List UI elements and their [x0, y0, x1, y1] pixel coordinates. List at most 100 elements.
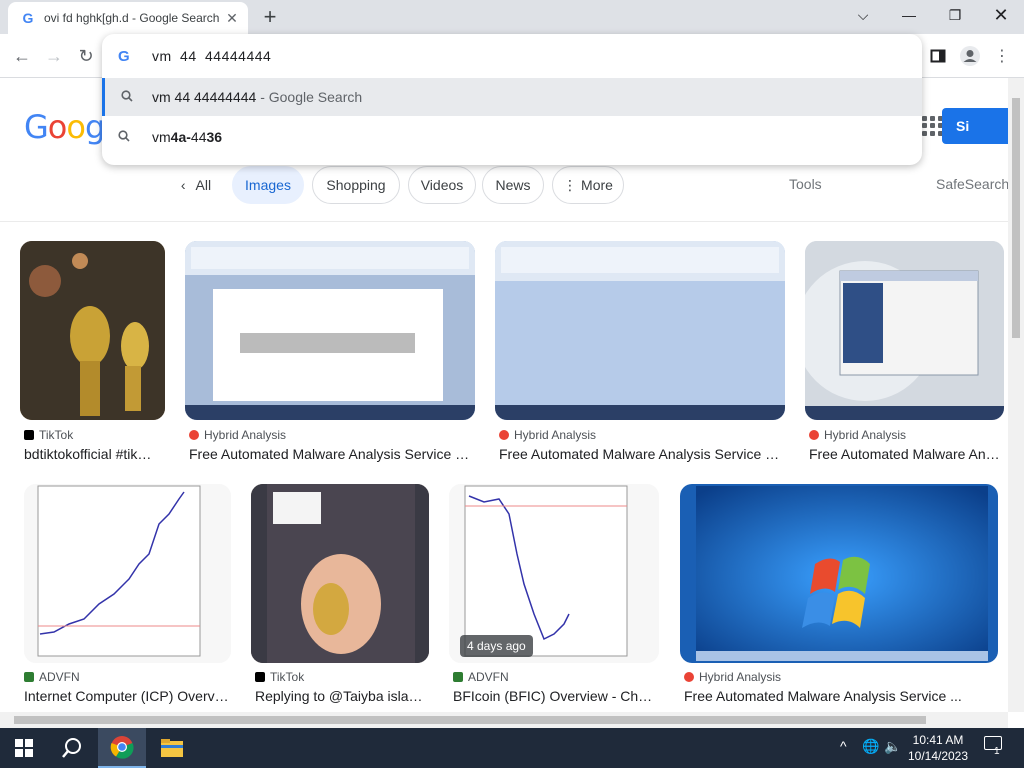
result-source[interactable]: Hybrid Analysis [809, 428, 906, 442]
result-caption[interactable]: Free Automated Malware Analysis Service … [684, 688, 974, 704]
volume-icon[interactable]: 🔈 [884, 738, 901, 755]
tiktok-icon [255, 672, 265, 682]
filter-all[interactable]: ‹ All [168, 166, 224, 204]
search-icon[interactable] [48, 728, 96, 768]
suggestion-item[interactable]: vm 44 44444444 - Google Search [102, 78, 922, 116]
search-icon [121, 89, 137, 105]
logo-letter: o [47, 108, 68, 146]
hybrid-analysis-icon [189, 430, 199, 440]
result-image[interactable] [24, 484, 231, 663]
suggestion-bold-end: 36 [206, 129, 223, 145]
source-name: ADVFN [468, 670, 509, 684]
result-source[interactable]: ADVFN [453, 670, 509, 684]
address-input[interactable]: vm 44 44444444 [152, 48, 271, 64]
windows-start-icon[interactable] [0, 728, 48, 768]
scroll-thumb[interactable] [1012, 98, 1020, 338]
taskbar: ^ 🌐 🔈 10:41 AM 10/14/2023 1 [0, 728, 1024, 768]
menu-kebab-icon[interactable]: ⋮ [988, 42, 1016, 70]
result-image[interactable] [680, 484, 998, 663]
source-name: Hybrid Analysis [699, 670, 782, 684]
result-caption[interactable]: BFIcoin (BFIC) Overview - Cha… [453, 688, 659, 704]
result-source[interactable]: ADVFN [24, 670, 80, 684]
suggestion-text: vm 44 44444444 [152, 89, 257, 105]
advfn-icon [24, 672, 34, 682]
back-arrow-icon[interactable]: ← [8, 42, 36, 70]
clock-time: 10:41 AM [912, 733, 964, 747]
source-name: TikTok [39, 428, 74, 442]
google-g-icon: G [118, 47, 130, 65]
result-image[interactable] [805, 241, 1004, 420]
time-badge: 4 days ago [460, 635, 533, 657]
result-caption[interactable]: Free Automated Malware An… [809, 446, 1004, 462]
side-panel-icon[interactable] [924, 42, 952, 70]
search-filters: ‹ All Images Shopping Videos News ⋮ More T… [0, 166, 1010, 222]
reload-icon[interactable]: ↻ [72, 42, 100, 70]
omnibox-dropdown: G vm 44 44444444 vm 44 44444444 - Google… [102, 34, 922, 165]
address-bar[interactable]: G vm 44 44444444 [102, 34, 922, 78]
tools-button[interactable]: Tools [789, 176, 822, 192]
tiktok-icon [24, 430, 34, 440]
browser-tab[interactable]: G ovi fd hghk[gh.d - Google Search ✕ [8, 2, 248, 34]
horizontal-scrollbar[interactable] [0, 712, 1008, 728]
file-explorer-icon[interactable] [148, 728, 196, 768]
chevron-up-icon[interactable]: ^ [840, 738, 847, 754]
suggestion-mid: 44 [190, 129, 207, 145]
tab-title: ovi fd hghk[gh.d - Google Search [44, 11, 220, 25]
vertical-scrollbar[interactable] [1008, 78, 1024, 712]
scroll-thumb[interactable] [14, 716, 926, 724]
google-logo[interactable]: Googl [24, 108, 113, 146]
profile-avatar-icon[interactable] [956, 42, 984, 70]
suggestion-item[interactable]: vm4a-4436 [102, 118, 922, 156]
filter-news[interactable]: News [482, 166, 544, 204]
filter-images[interactable]: Images [232, 166, 304, 204]
tab-close-icon[interactable]: ✕ [224, 10, 240, 26]
result-source[interactable]: Hybrid Analysis [499, 428, 596, 442]
source-name: Hybrid Analysis [824, 428, 907, 442]
result-image[interactable] [185, 241, 475, 420]
result-caption[interactable]: Free Automated Malware Analysis Service … [499, 446, 785, 462]
safesearch-button[interactable]: SafeSearch [936, 176, 1009, 192]
suggestion-bold: 4a- [170, 129, 191, 145]
filter-shopping[interactable]: Shopping [312, 166, 400, 204]
forward-arrow-icon[interactable]: → [40, 42, 68, 70]
filter-videos[interactable]: Videos [408, 166, 476, 204]
result-source[interactable]: Hybrid Analysis [684, 670, 781, 684]
logo-letter: G [24, 108, 49, 146]
restore-button[interactable]: ❐ [932, 0, 978, 30]
result-image[interactable] [495, 241, 785, 420]
source-name: Hybrid Analysis [514, 428, 597, 442]
chevron-left-icon: ‹ [180, 177, 186, 193]
notification-count: 1 [994, 746, 1000, 757]
minimize-button[interactable]: — [886, 0, 932, 30]
suggestion-prefix: vm [152, 129, 171, 145]
result-image[interactable] [20, 241, 165, 420]
close-window-button[interactable]: ✕ [978, 0, 1024, 30]
advfn-icon [453, 672, 463, 682]
new-tab-button[interactable]: + [258, 4, 282, 29]
result-caption[interactable]: Replying to @Taiyba isla… [255, 688, 429, 704]
hybrid-analysis-icon [684, 672, 694, 682]
result-source[interactable]: Hybrid Analysis [189, 428, 286, 442]
filter-label: All [195, 177, 212, 193]
notification-icon[interactable]: 1 [984, 736, 1002, 757]
search-icon [118, 129, 134, 145]
clock[interactable]: 10:41 AM 10/14/2023 [900, 732, 976, 764]
hybrid-analysis-icon [809, 430, 819, 440]
result-source[interactable]: TikTok [255, 670, 304, 684]
result-caption[interactable]: Free Automated Malware Analysis Service … [189, 446, 475, 462]
result-caption[interactable]: Internet Computer (ICP) Overv… [24, 688, 231, 704]
source-name: Hybrid Analysis [204, 428, 287, 442]
tab-strip: G ovi fd hghk[gh.d - Google Search ✕ + ⌵… [0, 0, 1024, 34]
sign-in-button[interactable]: Si [942, 108, 1012, 144]
google-g-icon: G [22, 10, 34, 26]
clock-date: 10/14/2023 [907, 749, 969, 763]
filter-label: More [581, 177, 613, 193]
suggestion-suffix: - Google Search [256, 89, 363, 105]
filter-more[interactable]: ⋮ More [552, 166, 624, 204]
tab-search-icon[interactable]: ⌵ [840, 0, 886, 30]
result-source[interactable]: TikTok [24, 428, 73, 442]
globe-icon[interactable]: 🌐 [862, 738, 879, 755]
chrome-taskbar-icon[interactable] [98, 728, 146, 768]
result-image[interactable] [251, 484, 429, 663]
result-caption[interactable]: bdtiktokofficial #tik… [24, 446, 169, 462]
